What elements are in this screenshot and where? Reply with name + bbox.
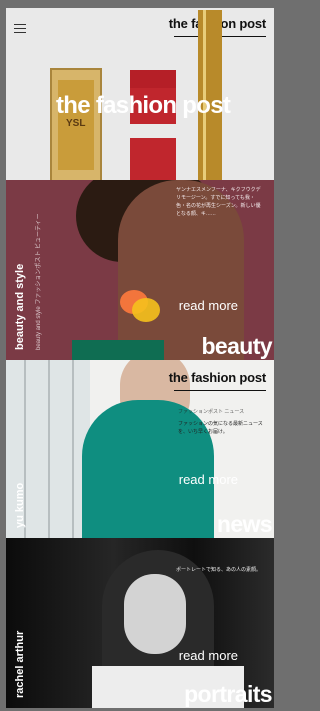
- category-title[interactable]: portraits: [184, 681, 273, 708]
- app-frame: the fashion post YSL the fashion post be…: [6, 8, 274, 708]
- article-excerpt: ヤンナエスメンフーナ、キクフウクデリモージーン。すでに知っても我・色・名の花が再…: [176, 187, 261, 217]
- beauty-panel[interactable]: beauty and style beauty and style ファッション…: [6, 180, 274, 360]
- category-subtext-vertical: beauty and style ファッションポスト ビューティー: [36, 213, 42, 350]
- product-ysl: YSL: [50, 68, 102, 180]
- category-label-vertical: rachel arthur: [14, 630, 26, 698]
- portrait-face: [124, 574, 186, 654]
- category-title[interactable]: news: [217, 511, 273, 538]
- window-bar: [48, 360, 50, 538]
- hero-panel: the fashion post YSL the fashion post: [6, 8, 274, 180]
- window-bar: [72, 360, 74, 538]
- hero-title: the fashion post: [56, 92, 231, 119]
- category-label-vertical: beauty and style: [14, 263, 26, 350]
- product-lipstick: [130, 70, 176, 180]
- brand-underline: [174, 390, 266, 391]
- section-caption: ファッションポスト ニュース: [178, 409, 245, 415]
- portrait-shirt: [72, 340, 164, 360]
- portraits-panel[interactable]: rachel arthur ポートレートで知る、あの人の素顔。 read mor…: [6, 538, 274, 708]
- yellow-dot-decoration: [132, 298, 160, 322]
- brand-logo[interactable]: the fashion post: [169, 370, 266, 385]
- article-excerpt: ポートレートで知る、あの人の素顔。: [176, 567, 262, 573]
- lipstick-top: [130, 70, 176, 88]
- read-more-link[interactable]: read more: [179, 648, 238, 663]
- category-title[interactable]: beauty: [201, 333, 272, 360]
- news-panel[interactable]: the fashion post yu kumo ファッションポスト ニュース …: [6, 360, 274, 538]
- menu-icon[interactable]: [14, 24, 26, 34]
- read-more-link[interactable]: read more: [179, 298, 238, 313]
- lipstick-band: [130, 124, 176, 138]
- article-excerpt: ファッションの気になる最新ニュースを、いち早くお届け。: [178, 421, 263, 435]
- category-label-vertical: yu kumo: [14, 482, 26, 528]
- read-more-link[interactable]: read more: [179, 472, 238, 487]
